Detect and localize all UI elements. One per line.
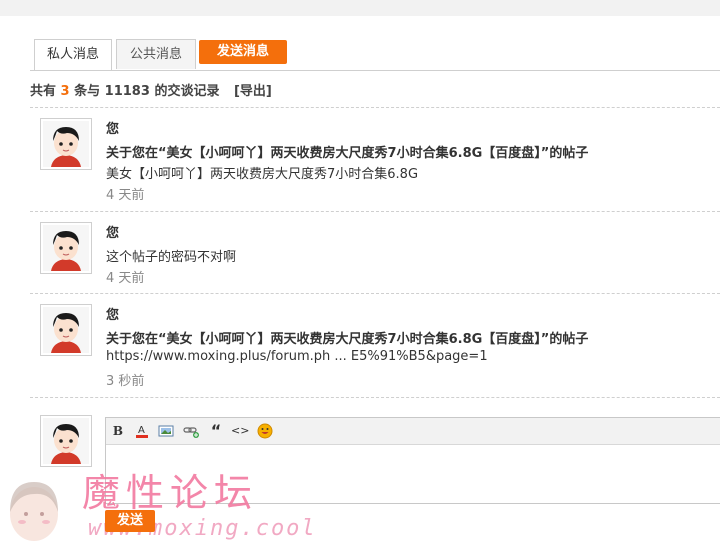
- avatar[interactable]: [40, 118, 92, 170]
- summary-prefix: 共有: [30, 84, 57, 99]
- message-subject: 关于您在“美女【小呵呵丫】两天收费房大尺度秀7小时合集6.8G【百度盘】”的帖子: [106, 332, 589, 347]
- message-time: 4 天前: [106, 188, 145, 203]
- message-author[interactable]: 您: [106, 304, 119, 323]
- message-item: 您 关于您在“美女【小呵呵丫】两天收费房大尺度秀7小时合集6.8G【百度盘】”的…: [40, 118, 720, 208]
- message-time: 4 天前: [106, 271, 145, 286]
- summary-middle: 条与: [74, 84, 101, 99]
- font-color-button[interactable]: A: [133, 422, 151, 440]
- message-author[interactable]: 您: [106, 222, 119, 241]
- message-item: 您 关于您在“美女【小呵呵丫】两天收费房大尺度秀7小时合集6.8G【百度盘】”的…: [40, 304, 720, 394]
- tab-public-messages[interactable]: 公共消息: [116, 39, 196, 69]
- emoji-button[interactable]: [256, 422, 274, 440]
- message-body: 这个帖子的密码不对啊: [106, 250, 237, 265]
- divider: [30, 397, 720, 398]
- partner-uid: 11183: [104, 84, 150, 99]
- link-icon: [183, 427, 199, 438]
- watermark-title: 魔性论坛: [82, 471, 259, 515]
- message-count: 3: [60, 84, 70, 99]
- font-color-icon: A: [136, 425, 148, 438]
- divider: [30, 293, 720, 294]
- conversation-summary: 共有 3 条与 11183 的交谈记录 [导出]: [30, 80, 272, 99]
- avatar-icon: [43, 307, 89, 353]
- quote-button[interactable]: “: [207, 422, 225, 440]
- message-link[interactable]: https://www.moxing.plus/forum.ph ... E5%…: [106, 349, 488, 364]
- smiley-icon: [257, 423, 273, 439]
- editor-toolbar: B A “ <>: [106, 418, 720, 445]
- avatar[interactable]: [40, 222, 92, 274]
- avatar[interactable]: [40, 304, 92, 356]
- tab-private-messages[interactable]: 私人消息: [34, 39, 112, 71]
- message-time: 3 秒前: [106, 374, 145, 389]
- image-icon: [158, 425, 174, 437]
- message-author[interactable]: 您: [106, 118, 119, 137]
- export-link[interactable]: [导出]: [234, 84, 272, 99]
- bold-button[interactable]: B: [109, 422, 127, 440]
- message-body: 美女【小呵呵丫】两天收费房大尺度秀7小时合集6.8G: [106, 167, 419, 182]
- divider: [30, 211, 720, 212]
- image-button[interactable]: [157, 422, 175, 440]
- code-button[interactable]: <>: [231, 422, 249, 440]
- summary-suffix: 的交谈记录: [154, 84, 220, 99]
- send-message-button[interactable]: 发送消息: [199, 40, 287, 64]
- svg-text:A: A: [138, 425, 145, 436]
- top-band: [0, 0, 720, 16]
- tab-underline: [30, 70, 720, 71]
- submit-button[interactable]: 发送: [105, 510, 155, 532]
- message-subject: 关于您在“美女【小呵呵丫】两天收费房大尺度秀7小时合集6.8G【百度盘】”的帖子: [106, 146, 589, 161]
- avatar-icon: [43, 121, 89, 167]
- link-button[interactable]: [182, 422, 200, 440]
- divider: [30, 107, 720, 108]
- message-item: 您 这个帖子的密码不对啊 4 天前: [40, 222, 720, 288]
- avatar-icon: [43, 225, 89, 271]
